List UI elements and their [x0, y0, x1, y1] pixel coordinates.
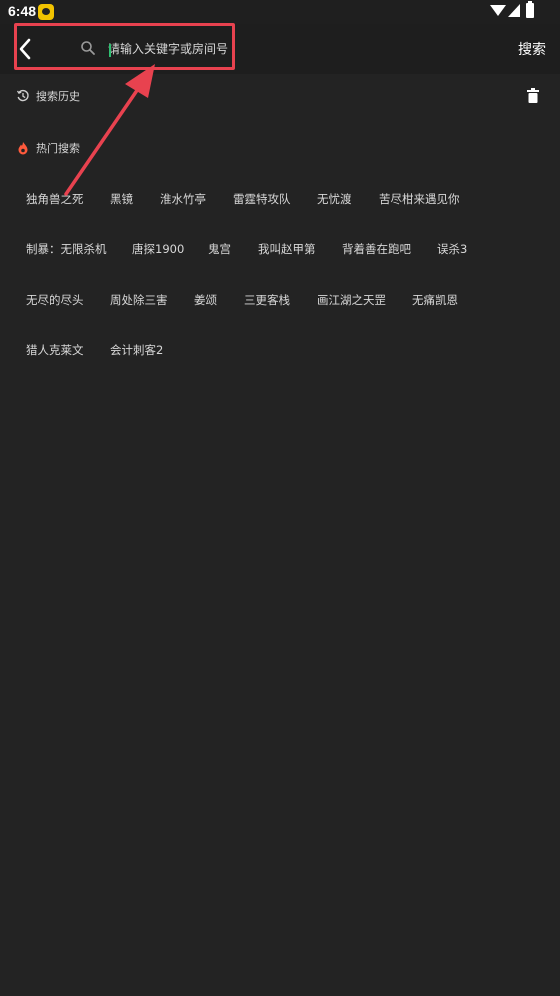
- hot-tag[interactable]: 我叫赵甲第: [258, 241, 316, 257]
- hot-tag[interactable]: 无忧渡: [317, 191, 352, 207]
- signal-icon: [508, 4, 520, 17]
- hot-tag[interactable]: 背着善在跑吧: [342, 241, 411, 257]
- hot-tag[interactable]: 唐探1900: [132, 241, 184, 257]
- hot-search-title: 热门搜索: [36, 142, 80, 155]
- hot-tag[interactable]: 独角兽之死: [26, 191, 84, 207]
- hot-tag[interactable]: 雷霆特攻队: [233, 191, 291, 207]
- fire-icon: [18, 142, 28, 155]
- search-button[interactable]: 搜索: [518, 39, 546, 59]
- hot-tag[interactable]: 姜颂: [194, 292, 217, 308]
- search-screen: 6:48 搜索 搜索历史: [0, 0, 560, 996]
- hot-tag[interactable]: 鬼宫: [208, 241, 231, 257]
- battery-icon: [526, 1, 534, 18]
- status-time: 6:48: [8, 3, 37, 19]
- search-history-title: 搜索历史: [36, 90, 80, 103]
- hot-tag[interactable]: 猎人克莱文: [26, 342, 84, 358]
- hot-tag[interactable]: 周处除三害: [110, 292, 168, 308]
- annotation-highlight-box: [14, 23, 235, 70]
- hot-tag[interactable]: 苦尽柑来遇见你: [379, 191, 460, 207]
- hot-tag[interactable]: 制暴：无限杀机: [26, 241, 107, 257]
- hot-search-section: 热门搜索: [0, 134, 560, 164]
- hot-tag[interactable]: 三更客栈: [244, 292, 290, 308]
- trash-icon[interactable]: [526, 88, 540, 104]
- app-notification-icon: [38, 4, 54, 20]
- search-history-section: 搜索历史: [0, 82, 560, 112]
- status-bar: 6:48: [0, 0, 560, 24]
- hot-tag[interactable]: 无痛凯恩: [412, 292, 458, 308]
- history-icon: [16, 89, 29, 102]
- hot-tag[interactable]: 画江湖之天罡: [317, 292, 386, 308]
- hot-tag[interactable]: 误杀3: [437, 241, 467, 257]
- hot-tag[interactable]: 黑镜: [110, 191, 133, 207]
- hot-tag[interactable]: 淮水竹亭: [160, 191, 206, 207]
- wifi-icon: [490, 5, 506, 16]
- hot-tag[interactable]: 会计刺客2: [110, 342, 163, 358]
- hot-tag[interactable]: 无尽的尽头: [26, 292, 84, 308]
